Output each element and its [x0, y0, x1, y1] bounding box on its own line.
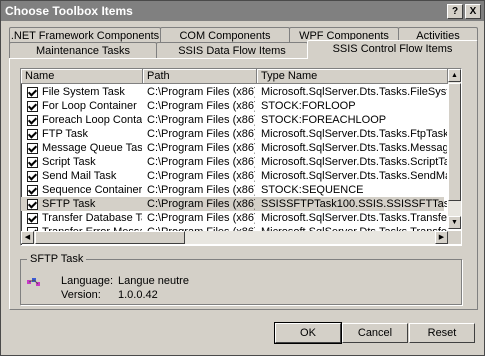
item-type: Microsoft.SqlServer.Dts.Tasks.SendMailTa… [261, 170, 447, 182]
scroll-down-arrow-icon[interactable]: ▼ [448, 216, 461, 229]
scroll-right-arrow-icon[interactable]: ▶ [435, 231, 448, 244]
item-checkbox[interactable] [27, 185, 38, 196]
list-item-selected[interactable]: SFTP Task C:\Program Files (x86)\... SSI… [21, 197, 447, 211]
item-name: Foreach Loop Container [42, 114, 142, 126]
item-type: STOCK:FORLOOP [261, 100, 356, 112]
item-name: FTP Task [42, 128, 89, 140]
item-type: Microsoft.SqlServer.Dts.Tasks.ScriptTask… [261, 156, 447, 168]
item-type: Microsoft.SqlServer.Dts.Tasks.TransferDa… [261, 212, 447, 224]
item-path: C:\Program Files (x86)\... [147, 86, 255, 98]
item-name: Script Task [42, 156, 96, 168]
list-item[interactable]: Sequence Container C:\Program Files (x86… [21, 183, 444, 197]
choose-toolbox-items-dialog: Choose Toolbox Items ? X .NET Framework … [0, 0, 485, 356]
scroll-left-arrow-icon[interactable]: ◀ [21, 231, 34, 244]
list-item[interactable]: File System Task C:\Program Files (x86)\… [21, 85, 447, 99]
title-bar: Choose Toolbox Items ? X [1, 1, 484, 21]
item-name: Message Queue Task [42, 142, 142, 154]
item-name: For Loop Container [42, 100, 137, 112]
item-name: Transfer Database Task [42, 212, 142, 224]
component-icon [27, 278, 40, 286]
window-title: Choose Toolbox Items [5, 4, 133, 18]
item-name: File System Task [42, 86, 125, 98]
cancel-button[interactable]: Cancel [342, 323, 408, 343]
item-checkbox[interactable] [27, 213, 38, 224]
column-header-type-name[interactable]: Type Name [257, 69, 448, 84]
item-path: C:\Program Files (x86)\... [147, 114, 255, 126]
item-checkbox[interactable] [27, 129, 38, 140]
scroll-up-arrow-icon[interactable]: ▲ [448, 69, 461, 82]
list-item[interactable]: Message Queue Task C:\Program Files (x86… [21, 141, 447, 155]
item-checkbox[interactable] [27, 115, 38, 126]
vertical-scrollbar[interactable]: ▲ ▼ [448, 69, 461, 229]
item-checkbox[interactable] [27, 199, 38, 210]
version-value: 1.0.0.42 [118, 289, 158, 301]
language-value: Langue neutre [118, 275, 189, 287]
list-item[interactable]: FTP Task C:\Program Files (x86)\... Micr… [21, 127, 447, 141]
list-item[interactable]: Script Task C:\Program Files (x86)\... M… [21, 155, 447, 169]
ok-button[interactable]: OK [274, 322, 342, 344]
horizontal-scroll-thumb[interactable] [35, 231, 185, 244]
item-name: SFTP Task [42, 198, 96, 210]
item-type: Microsoft.SqlServer.Dts.Tasks.MessageQue… [261, 142, 447, 154]
item-path: C:\Program Files (x86)\... [147, 198, 255, 210]
item-type: SSISSFTPTask100.SSIS.SSISSFTTask, SSISSF [261, 198, 447, 210]
item-name: Send Mail Task [42, 170, 117, 182]
item-type: STOCK:FOREACHLOOP [261, 114, 387, 126]
details-group-label: SFTP Task [27, 253, 87, 265]
language-label: Language: [61, 275, 113, 287]
item-checkbox[interactable] [27, 143, 38, 154]
item-type: STOCK:SEQUENCE [261, 184, 364, 196]
tab-ssis-data-flow-items[interactable]: SSIS Data Flow Items [156, 42, 308, 59]
list-item[interactable]: Foreach Loop Container C:\Program Files … [21, 113, 444, 127]
column-header-name[interactable]: Name [21, 69, 143, 84]
item-checkbox[interactable] [27, 101, 38, 112]
column-header-path[interactable]: Path [143, 69, 257, 84]
tab-ssis-control-flow-items[interactable]: SSIS Control Flow Items [307, 40, 478, 59]
item-path: C:\Program Files (x86)\... [147, 128, 255, 140]
close-button[interactable]: X [465, 4, 481, 19]
horizontal-scrollbar[interactable]: ◀ ▶ [21, 231, 448, 244]
item-name: Sequence Container [42, 184, 142, 196]
item-path: C:\Program Files (x86)\... [147, 184, 255, 196]
list-item[interactable]: Send Mail Task C:\Program Files (x86)\..… [21, 169, 447, 183]
vertical-scroll-thumb[interactable] [448, 83, 461, 201]
help-button[interactable]: ? [447, 4, 463, 19]
item-path: C:\Program Files (x86)\... [147, 212, 255, 224]
item-path: C:\Program Files (x86)\... [147, 156, 255, 168]
tab-maintenance-tasks[interactable]: Maintenance Tasks [9, 42, 157, 59]
toolbox-items-list[interactable]: Name Path Type Name File System Task C:\… [20, 68, 462, 246]
item-checkbox[interactable] [27, 171, 38, 182]
item-path: C:\Program Files (x86)\... [147, 170, 255, 182]
version-label: Version: [61, 289, 101, 301]
item-path: C:\Program Files (x86)\... [147, 142, 255, 154]
list-item[interactable]: Transfer Database Task C:\Program Files … [21, 211, 447, 225]
item-checkbox[interactable] [27, 87, 38, 98]
item-path: C:\Program Files (x86)\... [147, 100, 255, 112]
item-checkbox[interactable] [27, 157, 38, 168]
reset-button[interactable]: Reset [409, 323, 475, 343]
item-type: Microsoft.SqlServer.Dts.Tasks.FtpTask.Ft… [261, 128, 447, 140]
list-item[interactable]: For Loop Container C:\Program Files (x86… [21, 99, 444, 113]
scroll-corner [448, 231, 461, 244]
item-type: Microsoft.SqlServer.Dts.Tasks.FileSystem… [261, 86, 447, 98]
